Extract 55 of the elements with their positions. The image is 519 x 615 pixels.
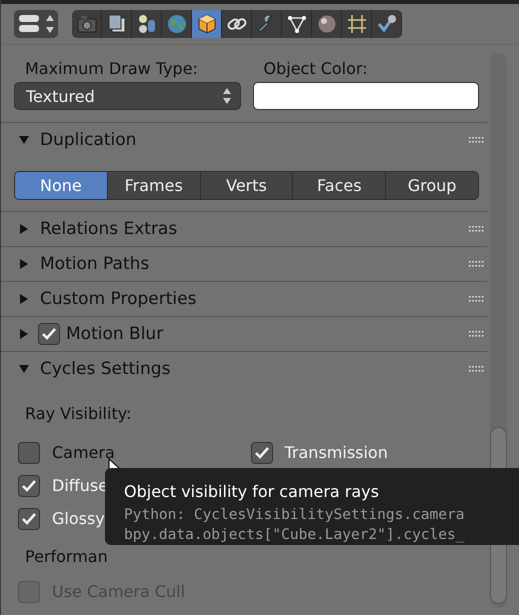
expand-triangle-icon[interactable] [18,293,30,305]
triangle-vertices-icon [286,13,308,35]
color-swatch[interactable] [252,82,479,110]
checkbox[interactable] [18,442,40,464]
duplication-option[interactable]: Frames [108,172,201,199]
panel-title[interactable]: Relations Extras [40,219,178,239]
editor-type-selector[interactable] [14,10,58,38]
panel-title[interactable]: Custom Properties [40,289,196,309]
checkbox-label[interactable]: Glossy [52,509,105,528]
grip-icon[interactable] [469,260,485,268]
checkbox[interactable] [18,474,40,496]
grip-icon[interactable] [469,330,485,338]
grip-icon[interactable] [469,225,485,233]
section-label: Ray Visibility: [24,404,132,423]
checkbox-label[interactable]: Transmission [284,443,388,462]
checkmark-icon [254,446,270,460]
checkbox[interactable] [250,442,272,464]
checkmark-icon [376,13,398,35]
duplication-option[interactable]: Faces [293,172,386,199]
expand-triangle-icon[interactable] [18,363,30,375]
duplication-option[interactable]: Verts [200,172,294,199]
image-icon [106,13,128,35]
expand-triangle-icon[interactable] [18,223,30,235]
expand-triangle-icon[interactable] [18,258,30,270]
checkmark-icon [41,327,57,341]
tooltip-python-path: bpy.data.objects["Cube.Layer2"].cycles_ [124,526,466,545]
panel-title[interactable]: Motion Paths [40,254,150,274]
tooltip-title: Object visibility for camera rays [124,482,380,501]
grip-icon[interactable] [469,295,485,303]
checkbox[interactable] [18,508,40,530]
checkbox[interactable] [38,323,60,345]
panel-title[interactable]: Cycles Settings [40,359,170,379]
field-label: Maximum Draw Type: [24,59,198,78]
checkmark-icon [21,512,37,526]
tooltip-python-path: Python: CyclesVisibilitySettings.camera [124,506,466,525]
camera-icon [76,13,98,35]
checkmark-icon [21,478,37,492]
grid-icon [346,13,368,35]
checkbox-label[interactable]: Camera [52,443,115,462]
draw-type-dropdown[interactable]: Textured [14,82,240,110]
duplication-option[interactable]: Group [386,172,478,199]
duplication-option[interactable]: None [15,172,108,199]
section-label: Performan [24,547,108,566]
sphere-icon [316,13,338,35]
expand-triangle-icon[interactable] [18,328,30,340]
cube-icon [196,13,218,35]
field-label: Object Color: [262,59,368,78]
up-down-arrows-icon [222,87,232,105]
grip-icon[interactable] [469,136,485,144]
panel-title[interactable]: Motion Blur [66,324,164,344]
grip-icon[interactable] [469,365,485,373]
properties-tab[interactable] [192,10,222,38]
panel-title[interactable]: Duplication [40,130,136,150]
expand-triangle-icon[interactable] [18,134,30,146]
globe-icon [166,13,188,35]
